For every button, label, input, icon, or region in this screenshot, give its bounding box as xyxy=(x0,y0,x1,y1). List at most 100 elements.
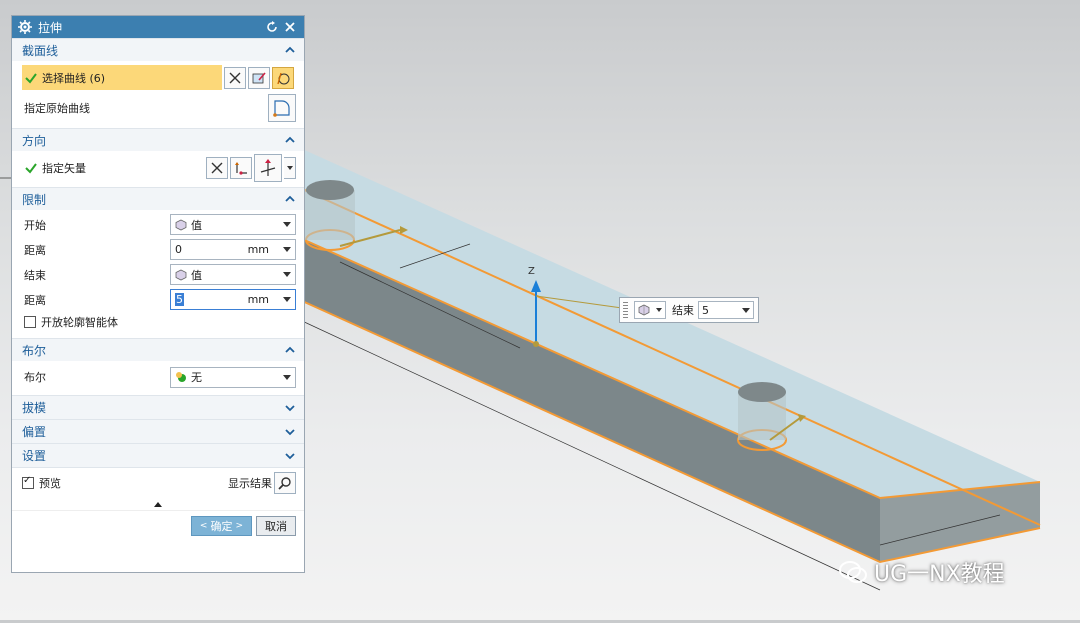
origin-curve-row: 指定原始曲线 xyxy=(12,92,304,124)
drag-handle[interactable] xyxy=(623,302,628,318)
deselect-curve-button[interactable] xyxy=(224,66,246,89)
chevron-down-icon xyxy=(656,308,662,312)
check-icon xyxy=(25,72,37,84)
value-cube-icon xyxy=(638,304,650,316)
origin-curve-icon xyxy=(273,100,290,117)
chevron-down-icon xyxy=(283,222,291,227)
reverse-direction-button[interactable] xyxy=(206,157,228,179)
cancel-button[interactable]: 取消 xyxy=(256,516,296,536)
chevron-up-icon xyxy=(285,346,295,353)
ok-label: 确定 xyxy=(210,520,233,533)
section-header-offset[interactable]: 偏置 xyxy=(12,419,304,443)
chevron-up-icon xyxy=(285,46,295,53)
chevron-down-icon xyxy=(283,272,291,277)
cancel-label: 取消 xyxy=(265,520,287,533)
chevron-down-icon xyxy=(285,428,295,435)
chevron-down-icon xyxy=(283,374,291,380)
ok-button[interactable]: < 确定 > xyxy=(190,516,252,536)
distance-end-input[interactable]: 5 mm xyxy=(170,289,296,310)
vector-dropdown-button[interactable] xyxy=(284,157,296,179)
vector-flip-button[interactable] xyxy=(230,157,252,179)
section-header-direction[interactable]: 方向 xyxy=(12,128,304,151)
chevron-down-icon xyxy=(283,297,291,302)
distance-start-input[interactable]: 0 mm xyxy=(170,239,296,260)
vector-row: 指定矢量 xyxy=(12,153,304,183)
reset-button[interactable] xyxy=(264,19,280,35)
vector-constructor-button[interactable] xyxy=(254,154,282,182)
dialog-title: 拉伸 xyxy=(38,20,63,35)
hole-top-left xyxy=(306,180,354,200)
floating-end-input: 结束 5 xyxy=(619,297,759,323)
section-header-boolean[interactable]: 布尔 xyxy=(12,338,304,361)
section-title-direction: 方向 xyxy=(22,133,47,148)
watermark: UG一NX教程 xyxy=(838,556,1005,588)
magnifier-icon xyxy=(278,477,291,490)
section-title-offset: 偏置 xyxy=(22,425,47,439)
distance-end-row: 距离 5 mm xyxy=(12,287,304,312)
close-icon xyxy=(285,22,295,32)
show-result-button[interactable] xyxy=(274,472,296,494)
specify-origin-curve-button[interactable] xyxy=(268,94,296,122)
chevron-down-icon xyxy=(285,404,295,411)
close-button[interactable] xyxy=(282,19,298,35)
expand-toggle[interactable] xyxy=(12,498,304,510)
section-title-limits: 限制 xyxy=(22,192,47,207)
section-header-settings[interactable]: 设置 xyxy=(12,443,304,467)
select-curve-label: 选择曲线 (6) xyxy=(42,71,106,85)
cross-arrows-icon xyxy=(229,72,241,83)
section-edge-back xyxy=(299,187,1041,526)
open-profile-label: 开放轮廓智能体 xyxy=(41,316,118,329)
start-type-dropdown[interactable]: 值 xyxy=(170,214,296,235)
triangle-up-icon xyxy=(154,502,162,507)
end-label: 结束 xyxy=(672,304,694,317)
chevron-down-icon xyxy=(742,307,750,313)
value-cube-icon xyxy=(175,269,187,280)
sketch-section-button[interactable] xyxy=(248,66,270,89)
end-value-text: 5 xyxy=(702,303,709,317)
show-result-label: 显示结果 xyxy=(228,477,272,490)
section-header-draft[interactable]: 拔模 xyxy=(12,395,304,419)
boolean-dropdown[interactable]: 无 xyxy=(170,366,296,388)
curve-select-button[interactable] xyxy=(272,66,294,89)
end-type-dropdown[interactable] xyxy=(634,301,666,319)
reset-icon xyxy=(267,21,277,32)
distance-end-unit: mm xyxy=(247,293,269,306)
start-label: 开始 xyxy=(24,218,46,232)
dialog-title-bar[interactable]: 拉伸 xyxy=(12,16,304,38)
select-curve-row[interactable]: 选择曲线 (6) xyxy=(22,65,222,90)
distance-end-label: 距离 xyxy=(24,293,46,307)
curve-icon xyxy=(277,72,290,84)
boolean-none-icon xyxy=(176,372,186,382)
vector-label: 指定矢量 xyxy=(42,162,86,175)
preview-checkbox[interactable] xyxy=(22,475,34,489)
open-profile-row[interactable]: 开放轮廓智能体 xyxy=(12,312,304,332)
distance-end-value: 5 xyxy=(175,293,184,306)
vector-axis-icon xyxy=(260,159,276,176)
boolean-row: 布尔 无 xyxy=(12,363,304,391)
gear-icon[interactable] xyxy=(18,20,32,34)
open-profile-checkbox[interactable] xyxy=(24,316,36,328)
start-row: 开始 值 xyxy=(12,212,304,237)
distance-start-unit: mm xyxy=(247,243,269,256)
chevron-down-icon xyxy=(286,166,293,170)
end-value-input[interactable]: 5 xyxy=(698,301,754,319)
origin-curve-label: 指定原始曲线 xyxy=(24,102,90,115)
chevron-down-icon xyxy=(283,247,291,252)
section-header-limits[interactable]: 限制 xyxy=(12,187,304,210)
watermark-text: UG一NX教程 xyxy=(874,562,1005,587)
end-label: 结束 xyxy=(24,268,46,282)
wechat-icon xyxy=(839,561,867,583)
chevron-down-icon xyxy=(285,452,295,459)
boolean-label: 布尔 xyxy=(24,371,46,384)
boolean-value: 无 xyxy=(191,371,202,384)
end-type-dropdown[interactable]: 值 xyxy=(170,264,296,285)
vector-origin-handle[interactable] xyxy=(533,341,539,347)
end-row: 结束 值 xyxy=(12,262,304,287)
section-title-draft: 拔模 xyxy=(22,401,47,415)
cross-arrows-icon xyxy=(211,162,223,174)
section-header-curve[interactable]: 截面线 xyxy=(12,38,304,61)
check-icon xyxy=(25,163,37,174)
chevron-up-icon xyxy=(285,136,295,143)
hole-top-right xyxy=(738,382,786,402)
value-cube-icon xyxy=(175,219,187,230)
